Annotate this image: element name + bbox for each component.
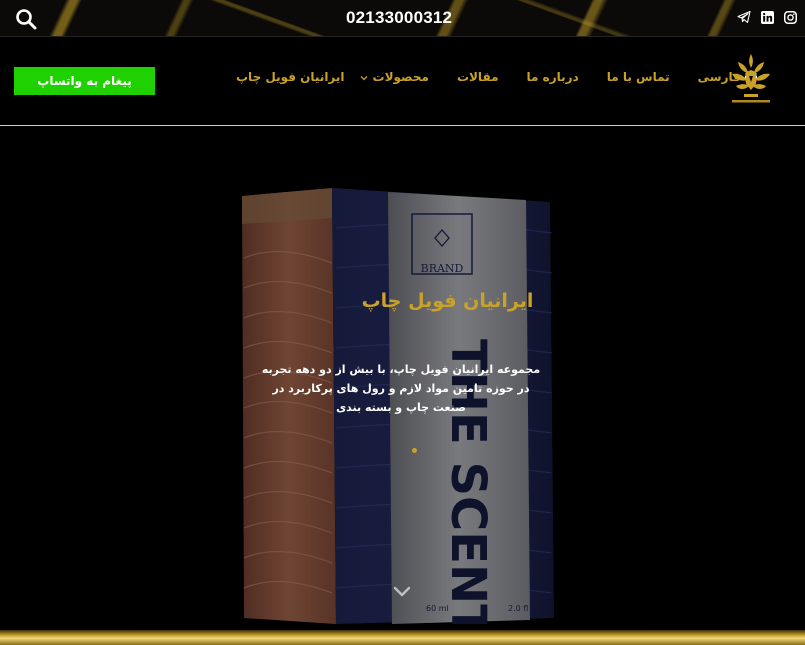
menu: ایرانیان فویل چاپ محصولات مقالات درباره … (222, 70, 771, 84)
hero-title: ایرانیان فویل چاپ (0, 290, 805, 312)
nav-item-products-label: محصولات (372, 70, 429, 84)
nav-item-articles[interactable]: مقالات (443, 70, 513, 84)
search-icon[interactable] (14, 7, 38, 31)
gold-divider (0, 630, 805, 645)
slider-dot[interactable] (412, 448, 417, 453)
instagram-icon[interactable] (783, 10, 797, 24)
company-logo-icon[interactable] (726, 50, 776, 112)
phone-number[interactable]: 02133000312 (346, 8, 452, 28)
chevron-down-icon[interactable] (392, 584, 412, 598)
hero-description: مجموعه ایرانیان فویل چاپ، با بیش از دو د… (261, 363, 541, 414)
linkedin-icon[interactable] (760, 10, 774, 24)
top-bar: 02133000312 (0, 0, 805, 37)
main-navigation: پیغام به واتساپ ایرانیان فویل چاپ محصولا… (0, 37, 805, 126)
nav-item-home[interactable]: ایرانیان فویل چاپ (222, 70, 345, 84)
nav-item-contact[interactable]: تماس با ما (593, 70, 684, 84)
hero-section: BRAND THE SCENT 60 ml 2.0 fl ایرانیان فو… (0, 126, 805, 630)
telegram-icon[interactable] (737, 10, 751, 24)
social-links (737, 10, 797, 24)
hero-title-text: ایرانیان فویل چاپ (361, 290, 534, 312)
chevron-down-icon (359, 72, 369, 82)
whatsapp-message-button[interactable]: پیغام به واتساپ (14, 67, 155, 95)
nav-item-about[interactable]: درباره ما (513, 70, 593, 84)
nav-item-products[interactable]: محصولات (345, 70, 443, 84)
